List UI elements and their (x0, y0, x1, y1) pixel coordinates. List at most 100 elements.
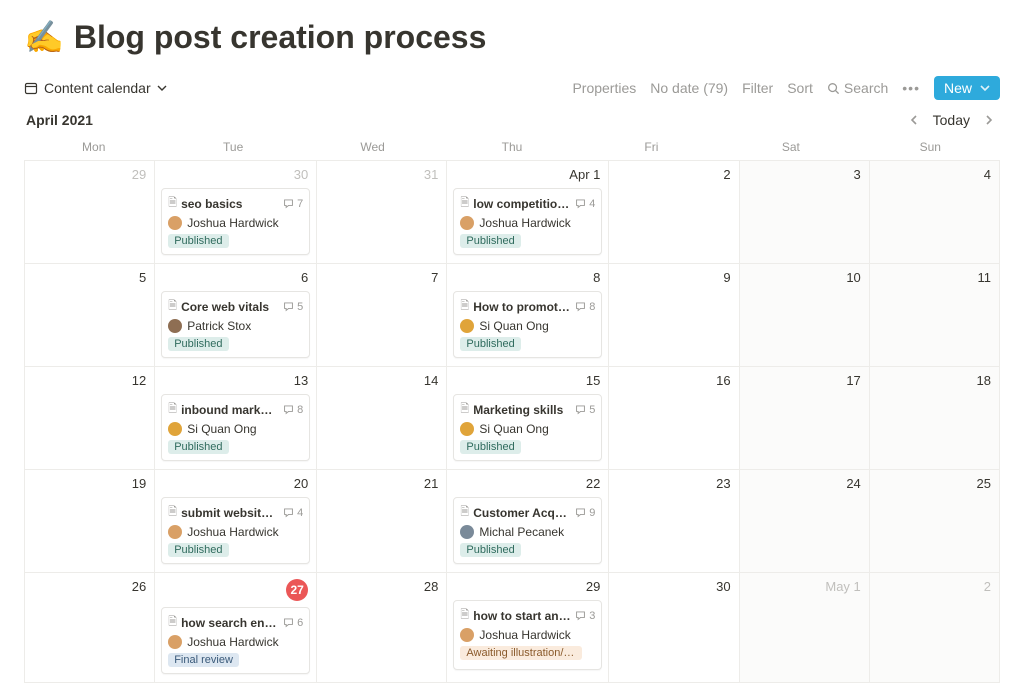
event-card[interactable]: 🗎Marketing skills5Si Quan OngPublished (453, 394, 602, 461)
day-number: 30 (161, 167, 310, 186)
status-tag: Awaiting illustration/meta (460, 646, 582, 660)
author-name: Si Quan Ong (187, 422, 256, 436)
calendar-cell[interactable]: 31 (317, 161, 447, 264)
calendar-cell[interactable]: 22🗎Customer Acqui…9Michal PecanekPublish… (447, 470, 609, 573)
event-card[interactable]: 🗎Customer Acqui…9Michal PecanekPublished (453, 497, 602, 564)
calendar-cell[interactable]: 11 (870, 264, 1000, 367)
calendar-cell[interactable]: 17 (740, 367, 870, 470)
document-icon: 🗎 (168, 503, 177, 522)
calendar-cell[interactable]: 30 (609, 573, 739, 683)
prev-month-button[interactable] (905, 113, 923, 127)
day-number: 12 (31, 373, 148, 392)
card-title: inbound marketi… (181, 403, 279, 417)
calendar-cell[interactable]: 18 (870, 367, 1000, 470)
calendar-cell[interactable]: 28 (317, 573, 447, 683)
no-date-button[interactable]: No date (79) (650, 80, 728, 96)
comment-count: 8 (575, 301, 595, 313)
author-name: Joshua Hardwick (187, 635, 278, 649)
day-number: 23 (615, 476, 732, 495)
event-card[interactable]: 🗎low competition…4Joshua HardwickPublish… (453, 188, 602, 255)
calendar-cell[interactable]: 25 (870, 470, 1000, 573)
event-card[interactable]: 🗎how to start an …3Joshua HardwickAwaiti… (453, 600, 602, 670)
comment-count: 9 (575, 507, 595, 519)
calendar-cell[interactable]: Apr 1 🗎low competition…4Joshua HardwickPu… (447, 161, 609, 264)
day-number: 20 (161, 476, 310, 495)
calendar-cell[interactable]: 15 🗎Marketing skills5Si Quan OngPublished (447, 367, 609, 470)
calendar-cell[interactable]: 23 (609, 470, 739, 573)
calendar-cell[interactable]: 30 🗎seo basics7Joshua HardwickPublished (155, 161, 317, 264)
calendar-cell[interactable]: 2 (870, 573, 1000, 683)
calendar-cell[interactable]: 29 (25, 161, 155, 264)
more-menu[interactable]: ••• (902, 80, 920, 96)
next-month-button[interactable] (980, 113, 998, 127)
calendar-cell[interactable]: 20🗎submit website …4Joshua HardwickPubli… (155, 470, 317, 573)
calendar-cell[interactable]: 7 (317, 264, 447, 367)
search-button[interactable]: Search (827, 80, 888, 96)
calendar-cell[interactable]: 13🗎inbound marketi…8Si Quan OngPublished (155, 367, 317, 470)
day-number: 21 (323, 476, 440, 495)
sort-button[interactable]: Sort (787, 80, 813, 96)
event-card[interactable]: 🗎seo basics7Joshua HardwickPublished (161, 188, 310, 255)
calendar-cell[interactable]: 24 (740, 470, 870, 573)
day-number: 27 (161, 579, 310, 605)
calendar-cell[interactable]: May 1 (740, 573, 870, 683)
search-icon (827, 82, 840, 95)
chevron-down-icon (157, 83, 167, 93)
day-number: 2 (876, 579, 993, 598)
author-row: Michal Pecanek (460, 525, 595, 539)
calendar-cell[interactable]: 3 (740, 161, 870, 264)
calendar-cell[interactable]: 14 (317, 367, 447, 470)
today-button[interactable]: Today (933, 112, 970, 128)
calendar-cell[interactable]: 9 (609, 264, 739, 367)
event-card[interactable]: 🗎submit website …4Joshua HardwickPublish… (161, 497, 310, 564)
card-title: Core web vitals (181, 300, 269, 314)
calendar-cell[interactable]: 19 (25, 470, 155, 573)
author-row: Joshua Hardwick (168, 525, 303, 539)
day-number: 2 (615, 167, 732, 186)
day-number: 8 (453, 270, 602, 289)
card-title: submit website … (181, 506, 279, 520)
card-title: How to promote… (473, 300, 571, 314)
card-title: how to start an … (473, 609, 571, 623)
search-label: Search (844, 80, 888, 96)
event-card[interactable]: 🗎How to promote…8Si Quan OngPublished (453, 291, 602, 358)
calendar-cell[interactable]: 27🗎how search engi…6Joshua HardwickFinal… (155, 573, 317, 683)
calendar-cell[interactable]: 6🗎Core web vitals5Patrick StoxPublished (155, 264, 317, 367)
properties-button[interactable]: Properties (572, 80, 636, 96)
day-number: 5 (31, 270, 148, 289)
status-tag: Published (460, 337, 520, 351)
calendar-cell[interactable]: 8🗎How to promote…8Si Quan OngPublished (447, 264, 609, 367)
card-title: how search engi… (181, 616, 279, 630)
calendar-cell[interactable]: 21 (317, 470, 447, 573)
dow-label: Wed (303, 134, 442, 160)
calendar-cell[interactable]: 4 (870, 161, 1000, 264)
author-row: Si Quan Ong (168, 422, 303, 436)
author-name: Patrick Stox (187, 319, 251, 333)
day-number: 10 (746, 270, 863, 289)
status-tag: Final review (168, 653, 239, 667)
event-card[interactable]: 🗎Core web vitals5Patrick StoxPublished (161, 291, 310, 358)
calendar-cell[interactable]: 29🗎how to start an …3Joshua HardwickAwai… (447, 573, 609, 683)
day-number: 31 (323, 167, 440, 186)
filter-button[interactable]: Filter (742, 80, 773, 96)
day-number: 15 (453, 373, 602, 392)
new-button[interactable]: New (934, 76, 1000, 100)
calendar-cell[interactable]: 12 (25, 367, 155, 470)
document-icon: 🗎 (460, 297, 469, 316)
dow-row: MonTueWedThuFriSatSun (24, 134, 1000, 160)
calendar-cell[interactable]: 26 (25, 573, 155, 683)
day-number: 26 (31, 579, 148, 598)
calendar-cell[interactable]: 16 (609, 367, 739, 470)
author-row: Patrick Stox (168, 319, 303, 333)
status-tag: Published (168, 337, 228, 351)
day-number: Apr 1 (453, 167, 602, 186)
calendar-icon (24, 81, 38, 95)
event-card[interactable]: 🗎inbound marketi…8Si Quan OngPublished (161, 394, 310, 461)
status-tag: Published (460, 440, 520, 454)
calendar-cell[interactable]: 5 (25, 264, 155, 367)
calendar-cell[interactable]: 2 (609, 161, 739, 264)
dow-label: Sun (861, 134, 1000, 160)
view-selector[interactable]: Content calendar (24, 80, 167, 96)
page-title-row: ✍️ Blog post creation process (24, 18, 1000, 56)
calendar-cell[interactable]: 10 (740, 264, 870, 367)
